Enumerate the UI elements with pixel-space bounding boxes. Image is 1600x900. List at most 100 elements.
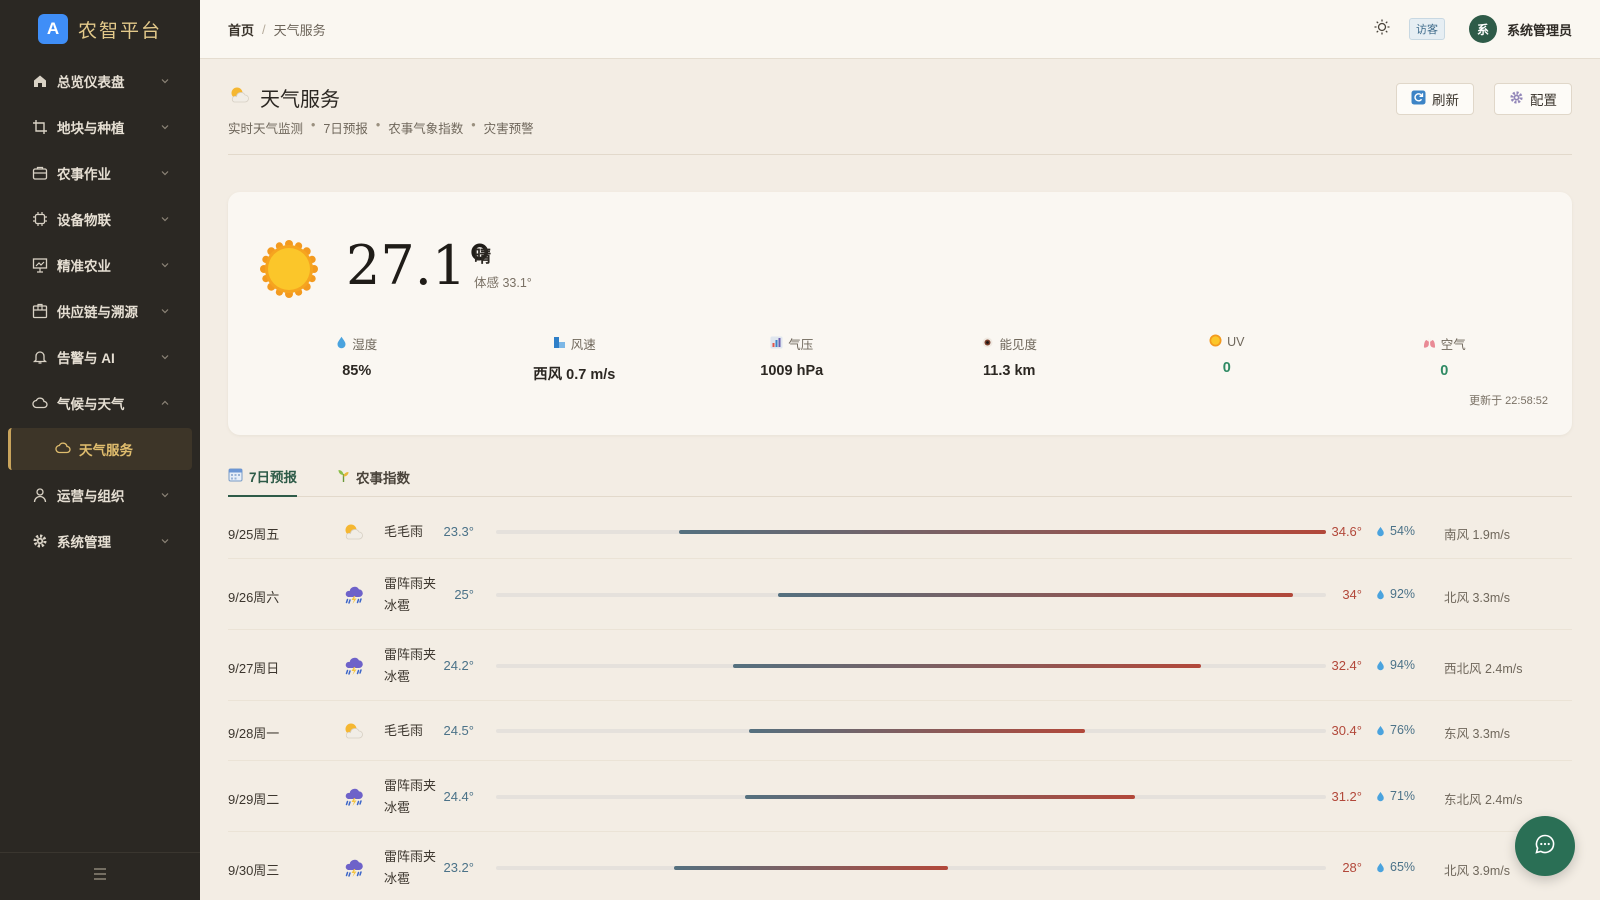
chart-board-icon [32, 257, 48, 273]
forecast-low-temp: 23.2° [443, 860, 474, 875]
forecast-humidity-value: 65% [1390, 860, 1416, 874]
sidebar-item-farm-work[interactable]: 农事作业 [0, 150, 200, 196]
sidebar-item-precision[interactable]: 精准农业 [0, 242, 200, 288]
subtitle-part: 灾害预警 [483, 122, 534, 136]
chevron-down-icon [160, 306, 170, 316]
chip-icon [32, 211, 48, 227]
forecast-row: 9/26周六 雷阵雨夹 冰雹 25° 34° 92% 北风 3.3m/s [228, 559, 1572, 630]
config-button[interactable]: 配置 [1494, 83, 1572, 115]
forecast-high-temp: 31.2° [1331, 789, 1362, 804]
forecast-high-temp: 28° [1342, 860, 1362, 875]
forecast-condition: 雷阵雨夹 冰雹 [384, 647, 437, 684]
temp-range-bar [778, 593, 1293, 597]
metric-label: 空气 [1440, 338, 1466, 352]
metric-uv: UV 0 [1118, 334, 1336, 384]
forecast-date: 9/28周一 [228, 726, 280, 741]
breadcrumb-home[interactable]: 首页 [228, 20, 254, 39]
eye-icon [981, 336, 994, 352]
refresh-button[interactable]: 刷新 [1396, 83, 1474, 115]
metric-label: 能见度 [999, 338, 1037, 352]
tab-farm-index[interactable]: 农事指数 [337, 456, 410, 497]
feels-like: 体感 33.1° [474, 276, 532, 290]
sprout-icon [337, 468, 350, 486]
subtitle-dot: • [471, 118, 476, 132]
forecast-low-temp: 23.3° [443, 524, 474, 539]
gear-icon [32, 533, 48, 549]
forecast-humidity-value: 92% [1390, 587, 1416, 601]
metric-label: 湿度 [352, 338, 378, 352]
forecast-condition: 雷阵雨夹 冰雹 [384, 576, 437, 613]
chat-button[interactable] [1515, 816, 1575, 876]
metric-visibility: 能见度 11.3 km [901, 334, 1119, 384]
chevron-down-icon [160, 260, 170, 270]
chevron-down-icon [160, 214, 170, 224]
forecast-date: 9/26周六 [228, 590, 280, 605]
forecast-wind: 东北风 2.4m/s [1444, 793, 1523, 807]
sidebar-item-label: 地块与种植 [57, 121, 125, 136]
temp-range-bar [732, 664, 1202, 668]
page-title: 天气服务 [260, 87, 340, 111]
forecast-humidity: 65% [1376, 860, 1415, 874]
metric-value: 11.3 km [983, 363, 1036, 379]
chevron-down-icon [160, 76, 170, 86]
sidebar-item-fields[interactable]: 地块与种植 [0, 104, 200, 150]
current-condition: 晴 [474, 247, 491, 266]
sidebar-item-system[interactable]: 系统管理 [0, 518, 200, 564]
sidebar-item-label: 设备物联 [57, 213, 111, 228]
refresh-icon [1411, 90, 1426, 108]
package-icon [32, 303, 48, 319]
thunderstorm-icon [342, 584, 366, 613]
sidebar-item-dashboard[interactable]: 总览仪表盘 [0, 58, 200, 104]
forecast-row: 9/28周一 毛毛雨 24.5° 30.4° 76% 东风 3.3m/s [228, 701, 1572, 761]
forecast-wind: 北风 3.3m/s [1444, 591, 1510, 605]
refresh-label: 刷新 [1432, 93, 1459, 108]
sidebar-item-label: 精准农业 [57, 259, 111, 274]
sidebar-item-label: 运营与组织 [57, 489, 125, 504]
metric-label: 风速 [570, 338, 596, 352]
tab-7day-forecast[interactable]: 7日预报 [228, 456, 298, 497]
forecast-row: 9/27周日 雷阵雨夹 冰雹 24.2° 32.4° 94% 西北风 2.4m/s [228, 630, 1572, 701]
sidebar-item-operations[interactable]: 运营与组织 [0, 472, 200, 518]
forecast-row: 9/30周三 雷阵雨夹 冰雹 23.2° 28° 65% 北风 3.9m/s [228, 832, 1572, 900]
droplet-icon [1377, 526, 1384, 536]
user-menu[interactable]: 系 系统管理员 [1468, 15, 1572, 43]
sidebar-collapse-button[interactable] [0, 852, 200, 900]
breadcrumb: 首页 / 天气服务 [228, 20, 326, 39]
sidebar-item-climate[interactable]: 气候与天气 [0, 380, 200, 426]
guest-badge: 访客 [1408, 18, 1445, 40]
sidebar-nav: 总览仪表盘 地块与种植 农事作业 设备物联 精准农业 供应链与溯源 告警与 AI… [0, 58, 200, 426]
temp-range-bar [674, 866, 949, 870]
sidebar-item-alerts-ai[interactable]: 告警与 AI [0, 334, 200, 380]
bell-icon [32, 349, 48, 365]
forecast-high-temp: 32.4° [1331, 658, 1362, 673]
temp-range-track [496, 530, 1326, 534]
lungs-icon [1423, 336, 1436, 352]
top-bar: 首页 / 天气服务 访客 系 系统管理员 [200, 0, 1600, 59]
sun-icon [260, 240, 318, 303]
forecast-row: 9/25周五 毛毛雨 23.3° 34.6° 54% 南风 1.9m/s [228, 504, 1572, 559]
sidebar-subitem-label: 天气服务 [79, 443, 133, 458]
forecast-humidity: 94% [1376, 658, 1415, 672]
forecast-row: 9/29周二 雷阵雨夹 冰雹 24.4° 31.2° 71% 东北风 2.4m/s [228, 761, 1572, 832]
forecast-date: 9/30周三 [228, 863, 280, 878]
forecast-humidity: 76% [1376, 723, 1415, 737]
sidebar-subitem-weather-service[interactable]: 天气服务 [8, 428, 192, 470]
page-actions: 刷新 配置 [1396, 83, 1572, 115]
chevron-down-icon [160, 536, 170, 546]
sidebar-item-supply-chain[interactable]: 供应链与溯源 [0, 288, 200, 334]
uv-icon [1209, 334, 1222, 350]
droplet-icon [1377, 791, 1384, 801]
temp-range-bar [745, 795, 1136, 799]
chevron-down-icon [160, 352, 170, 362]
page-title-row: 天气服务 [228, 83, 340, 112]
theme-toggle-sun-icon[interactable] [1373, 18, 1391, 41]
forecast-humidity-value: 76% [1390, 723, 1416, 737]
weather-metrics: 湿度 85% 风速 西风 0.7 m/s 气压 1009 hPa 能见度 11.… [248, 334, 1553, 384]
sidebar-item-iot[interactable]: 设备物联 [0, 196, 200, 242]
brand[interactable]: A 农智平台 [0, 0, 200, 58]
temp-range-track [496, 729, 1326, 733]
temp-range-track [496, 866, 1326, 870]
thunderstorm-icon [342, 655, 366, 684]
droplet-icon [336, 336, 347, 352]
forecast-humidity: 92% [1376, 587, 1415, 601]
